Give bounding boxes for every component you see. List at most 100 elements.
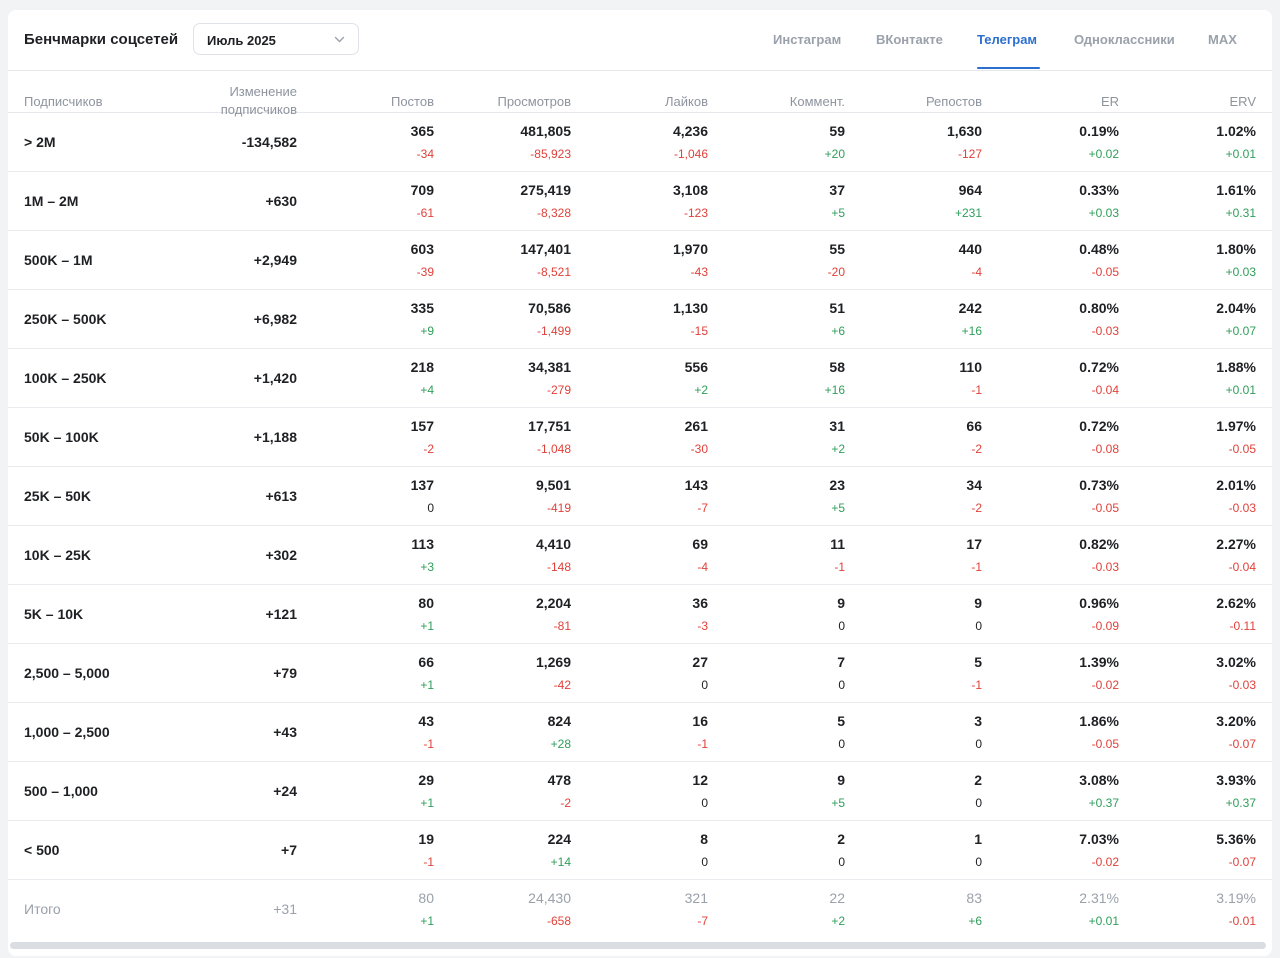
er-value: 0.82% <box>1079 536 1119 552</box>
table-row: 5K – 10K +121 80 +1 2,204 -81 36 -3 9 0 9 0 0.96% -0.… <box>8 585 1272 644</box>
cell-posts: 29 +1 <box>304 771 434 811</box>
er-delta: +0.01 <box>1088 914 1119 928</box>
views-delta: +14 <box>550 855 571 869</box>
cell-er: 0.72% -0.08 <box>989 417 1119 457</box>
tab-vkontakte[interactable]: ВКонтакте <box>876 32 943 47</box>
posts-delta: +1 <box>420 914 434 928</box>
cell-er: 0.33% +0.03 <box>989 181 1119 221</box>
er-delta: -0.03 <box>1091 324 1119 338</box>
likes-value: 143 <box>684 477 708 493</box>
cell-views: 224 +14 <box>441 830 571 870</box>
column-header-reposts[interactable]: Репостов <box>926 93 982 111</box>
tab-instagram[interactable]: Инстаграм <box>773 32 841 47</box>
cell-comments: 70 <box>715 653 845 693</box>
cell-erv: 3.02% -0.03 <box>1126 653 1256 693</box>
column-header-subscribers[interactable]: Подписчиков <box>24 93 103 111</box>
cell-posts: 603 -39 <box>304 240 434 280</box>
likes-delta: -15 <box>690 324 708 338</box>
comments-value: 23 <box>829 477 845 493</box>
cell-likes: 12 0 <box>578 771 708 811</box>
column-header-posts[interactable]: Постов <box>391 93 434 111</box>
row-subscribers-change: +630 <box>265 193 297 209</box>
cell-reposts: 242 +16 <box>852 299 982 339</box>
table-header: Подписчиков Изменение подписчиков Постов… <box>8 70 1272 117</box>
cell-likes: 4,236 -1,046 <box>578 122 708 162</box>
row-subscribers-range: 500K – 1M <box>24 252 93 268</box>
erv-delta: +0.01 <box>1225 383 1256 397</box>
views-value: 2,204 <box>535 595 571 611</box>
row-subscribers-change: +2,949 <box>253 252 297 268</box>
erv-delta: -0.04 <box>1228 560 1256 574</box>
table-row: 100K – 250K +1,420 218 +4 34,381 -279 556 +2 58 +… <box>8 349 1272 408</box>
column-header-likes[interactable]: Лайков <box>665 93 708 111</box>
row-subscribers-range: 1,000 – 2,500 <box>24 724 110 740</box>
cell-views: 824 +28 <box>441 712 571 752</box>
comments-delta: +5 <box>831 501 845 515</box>
posts-delta: -1 <box>423 737 434 751</box>
reposts-delta: -4 <box>971 265 982 279</box>
cell-reposts: 5 -1 <box>852 653 982 693</box>
row-subscribers-range: 25K – 50K <box>24 488 91 504</box>
posts-delta: 0 <box>427 501 434 515</box>
cell-erv: 5.36% -0.07 <box>1126 830 1256 870</box>
er-value: 0.72% <box>1079 359 1119 375</box>
row-subscribers-range: < 500 <box>24 842 60 858</box>
cell-er: 1.86% -0.05 <box>989 712 1119 752</box>
comments-value: 22 <box>829 890 845 906</box>
posts-value: 157 <box>410 418 434 434</box>
erv-value: 1.61% <box>1216 182 1256 198</box>
views-delta: +28 <box>550 737 571 751</box>
erv-value: 1.02% <box>1216 123 1256 139</box>
erv-delta: +0.03 <box>1225 265 1256 279</box>
cell-views: 34,381 -279 <box>441 358 571 398</box>
erv-delta: +0.01 <box>1225 147 1256 161</box>
cell-views: 9,501 -419 <box>441 476 571 516</box>
column-header-er[interactable]: ER <box>1101 93 1119 111</box>
tab-max[interactable]: MAX <box>1208 32 1237 47</box>
horizontal-scrollbar[interactable] <box>10 942 1266 949</box>
posts-value: 29 <box>418 772 434 788</box>
views-value: 481,805 <box>520 123 571 139</box>
likes-value: 4,236 <box>672 123 708 139</box>
cell-erv: 2.01% -0.03 <box>1126 476 1256 516</box>
cell-comments: 11 -1 <box>715 535 845 575</box>
posts-value: 335 <box>410 300 434 316</box>
column-header-erv[interactable]: ERV <box>1230 93 1257 111</box>
likes-delta: -1,046 <box>673 147 708 161</box>
row-subscribers-range: > 2M <box>24 134 56 150</box>
tab-odnoklassniki[interactable]: Одноклассники <box>1074 32 1175 47</box>
likes-delta: 0 <box>701 855 708 869</box>
comments-delta: +2 <box>831 914 845 928</box>
likes-delta: -7 <box>697 501 708 515</box>
cell-likes: 80 <box>578 830 708 870</box>
posts-delta: +1 <box>420 796 434 810</box>
reposts-delta: 0 <box>975 796 982 810</box>
cell-er: 7.03% -0.02 <box>989 830 1119 870</box>
reposts-delta: +231 <box>954 206 982 220</box>
cell-posts: 365 -34 <box>304 122 434 162</box>
cell-posts: 709 -61 <box>304 181 434 221</box>
row-subscribers-range: Итого <box>24 901 61 917</box>
tab-telegram[interactable]: Телеграм <box>977 32 1037 47</box>
table-row: 500 – 1,000 +24 29 +1 478 -2 12 0 9 +5 2 0 3.08% +0.3… <box>8 762 1272 821</box>
table-row: 1,000 – 2,500 +43 43 -1 824 +28 16 -1 5 0 3 0 1.86% -… <box>8 703 1272 762</box>
views-value: 824 <box>547 713 571 729</box>
row-subscribers-change: +121 <box>265 606 297 622</box>
comments-value: 59 <box>829 123 845 139</box>
column-header-views[interactable]: Просмотров <box>497 93 571 111</box>
erv-value: 3.20% <box>1216 713 1256 729</box>
row-subscribers-change: +24 <box>273 783 297 799</box>
cell-reposts: 30 <box>852 712 982 752</box>
cell-er: 0.73% -0.05 <box>989 476 1119 516</box>
cell-comments: 22 +2 <box>715 889 845 929</box>
posts-delta: -39 <box>416 265 434 279</box>
erv-value: 2.01% <box>1216 477 1256 493</box>
likes-value: 1,970 <box>672 241 708 257</box>
row-subscribers-change: +79 <box>273 665 297 681</box>
row-subscribers-change: +7 <box>281 842 297 858</box>
reposts-delta: -127 <box>957 147 982 161</box>
reposts-value: 83 <box>966 890 982 906</box>
posts-value: 66 <box>418 654 434 670</box>
posts-delta: -34 <box>416 147 434 161</box>
column-header-comments[interactable]: Коммент. <box>790 93 845 111</box>
